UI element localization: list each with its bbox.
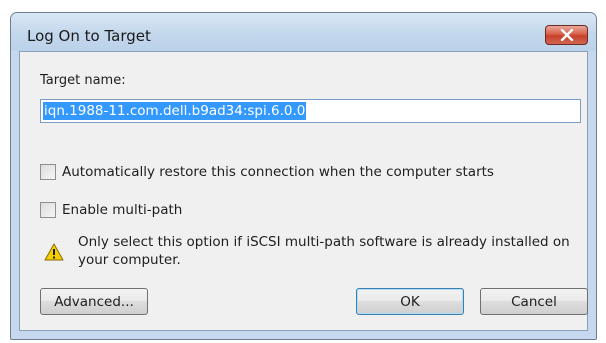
close-button[interactable] xyxy=(545,25,588,45)
auto-restore-label: Automatically restore this connection wh… xyxy=(62,164,494,180)
ok-button[interactable]: OK xyxy=(356,288,464,315)
multipath-warning: Only select this option if iSCSI multi-p… xyxy=(44,233,596,269)
window-title: Log On to Target xyxy=(27,27,151,45)
auto-restore-checkbox-row[interactable]: Automatically restore this connection wh… xyxy=(40,164,494,180)
warning-icon xyxy=(44,243,64,261)
target-name-label: Target name: xyxy=(40,73,126,88)
multipath-label: Enable multi-path xyxy=(62,202,183,218)
multipath-checkbox[interactable] xyxy=(40,202,56,218)
log-on-to-target-dialog: Log On to Target Target name: iqn.1988-1… xyxy=(10,12,597,340)
target-name-input[interactable]: iqn.1988-11.com.dell.b9ad34:spi.6.0.0 xyxy=(40,99,581,123)
close-icon xyxy=(560,29,573,41)
title-bar[interactable]: Log On to Target xyxy=(11,13,596,51)
auto-restore-checkbox[interactable] xyxy=(40,164,56,180)
advanced-button[interactable]: Advanced... xyxy=(40,288,148,315)
dialog-body: Target name: iqn.1988-11.com.dell.b9ad34… xyxy=(19,51,588,331)
target-name-value: iqn.1988-11.com.dell.b9ad34:spi.6.0.0 xyxy=(43,102,307,120)
cancel-button[interactable]: Cancel xyxy=(480,288,588,315)
multipath-checkbox-row[interactable]: Enable multi-path xyxy=(40,202,182,218)
warning-text: Only select this option if iSCSI multi-p… xyxy=(78,234,570,268)
